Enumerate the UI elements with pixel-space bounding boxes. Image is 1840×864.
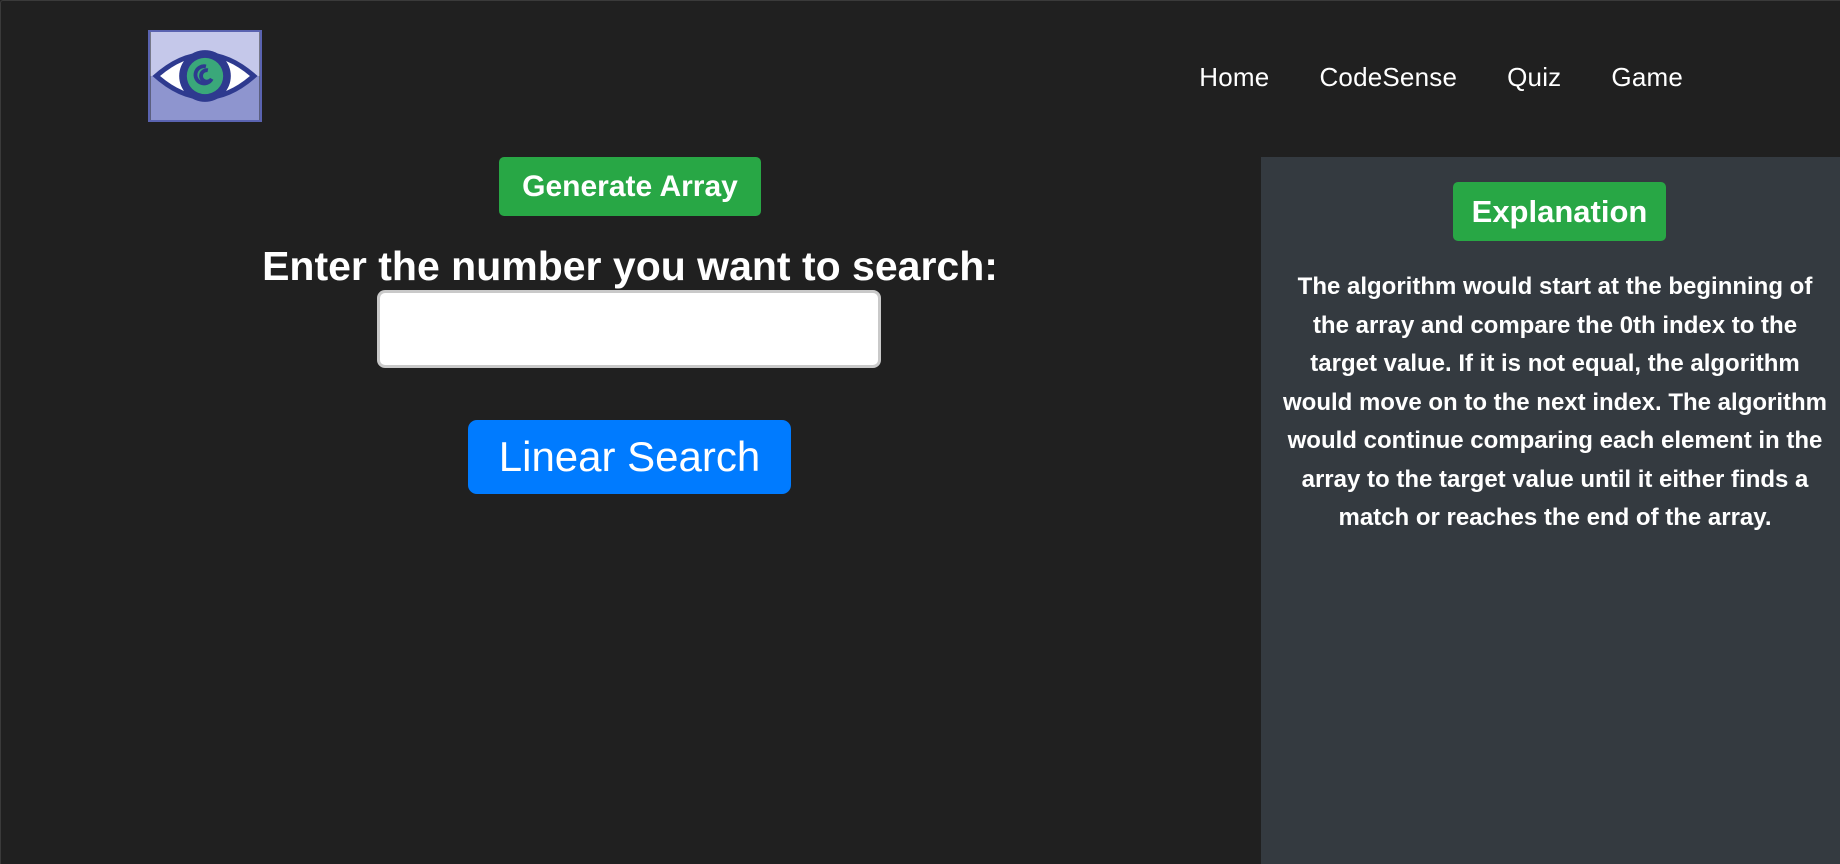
linear-search-button[interactable]: Linear Search xyxy=(468,420,791,494)
search-number-input[interactable] xyxy=(377,290,881,368)
explanation-text: The algorithm would start at the beginni… xyxy=(1282,273,1828,531)
nav-home[interactable]: Home xyxy=(1199,62,1269,93)
nav-codesense[interactable]: CodeSense xyxy=(1319,62,1457,93)
search-section: Generate Array Enter the number you want… xyxy=(0,157,1260,864)
nav-links: Home CodeSense Quiz Game xyxy=(1199,62,1683,93)
explanation-button[interactable]: Explanation xyxy=(1453,182,1666,241)
search-prompt: Enter the number you want to search: xyxy=(262,243,998,289)
generate-array-button[interactable]: Generate Array xyxy=(499,157,761,216)
navbar: Home CodeSense Quiz Game xyxy=(0,0,1840,157)
eye-logo-icon[interactable] xyxy=(148,30,262,122)
nav-quiz[interactable]: Quiz xyxy=(1507,62,1561,93)
explanation-panel: Explanation The algorithm would start at… xyxy=(1261,157,1840,864)
nav-game[interactable]: Game xyxy=(1611,62,1683,93)
